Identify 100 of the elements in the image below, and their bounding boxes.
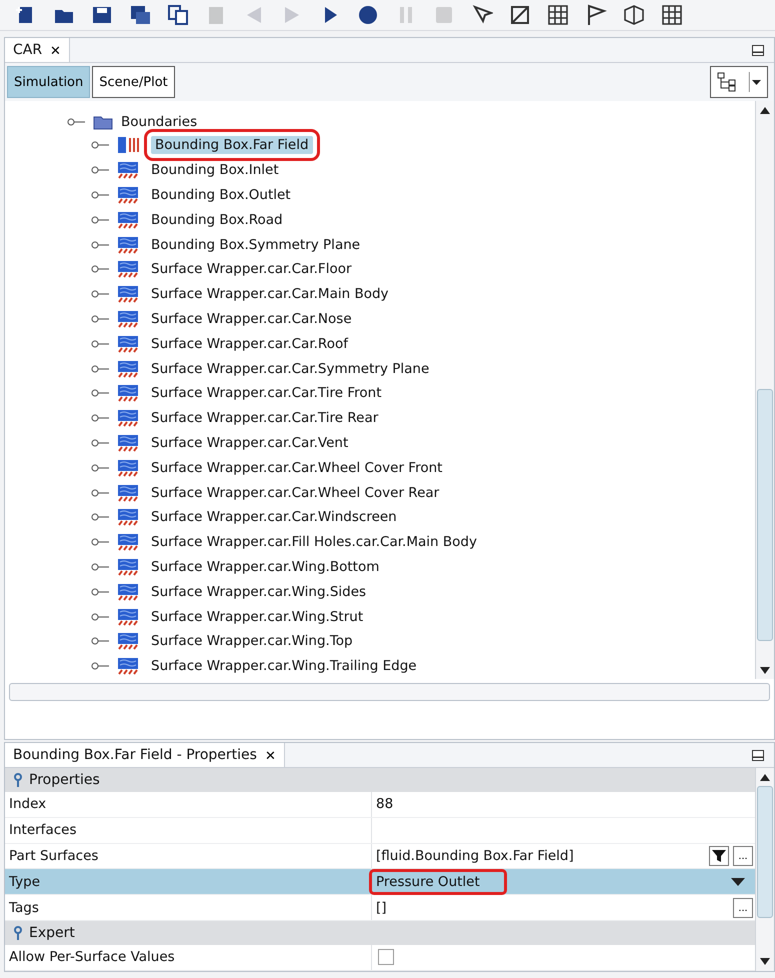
tree-item[interactable]: Surface Wrapper.car.Car.Windscreen — [147, 508, 401, 526]
tree-node-connector-icon — [91, 586, 109, 597]
vertical-scrollbar[interactable] — [755, 101, 774, 679]
toolbar-button[interactable] — [660, 3, 684, 27]
browse-button[interactable]: ... — [733, 846, 753, 866]
tree-item[interactable]: Surface Wrapper.car.Car.Symmetry Plane — [147, 360, 434, 378]
view-tab[interactable]: Scene/Plot — [92, 66, 175, 98]
boundary-wall-icon — [117, 632, 139, 650]
section-header[interactable]: Expert — [5, 920, 755, 945]
tree-structure-icon — [717, 72, 737, 92]
boundary-wall-icon — [117, 285, 139, 304]
tree-item[interactable]: Surface Wrapper.car.Car.Main Body — [147, 285, 393, 304]
caret-icon — [749, 72, 761, 92]
tree-node-connector-icon — [91, 612, 109, 622]
tree-node-connector-icon — [91, 488, 109, 498]
tree-item[interactable]: Surface Wrapper.car.Car.Wheel Cover Rear — [147, 484, 444, 502]
save-icon — [91, 4, 113, 26]
tree-node-connector-icon — [91, 413, 109, 424]
minimize-button[interactable] — [752, 750, 764, 760]
tree-item[interactable]: Surface Wrapper.car.Car.Wheel Cover Front — [147, 458, 446, 477]
property-row[interactable]: Allow Per-Surface Values — [5, 944, 755, 971]
property-name: Part Surfaces — [8, 846, 100, 866]
toolbar-button[interactable] — [356, 3, 380, 27]
tree-item[interactable]: Surface Wrapper.car.Car.Tire Front — [147, 384, 386, 402]
boundary-wall-icon — [117, 161, 139, 180]
dropdown-value[interactable]: Pressure Outlet — [372, 872, 504, 892]
boundary-wall-icon — [117, 533, 139, 552]
tree-item[interactable]: Surface Wrapper.car.Car.Roof — [147, 334, 352, 353]
tree-item[interactable]: Surface Wrapper.car.Car.Nose — [147, 310, 356, 328]
scroll-down-arrow-icon[interactable] — [760, 666, 770, 674]
property-name: Type — [8, 872, 42, 892]
toolbar-button[interactable] — [546, 3, 570, 27]
tree-item[interactable]: Bounding Box.Road — [147, 210, 287, 229]
browse-button[interactable]: ... — [733, 898, 753, 918]
grid-icon — [661, 4, 683, 26]
boundary-wall-icon — [117, 360, 139, 378]
copy-icon — [167, 4, 189, 26]
close-button[interactable]: ✕ — [264, 748, 276, 762]
toolbar-button[interactable] — [622, 3, 646, 27]
boundary-wall-icon — [117, 558, 139, 576]
minimize-button[interactable] — [752, 44, 764, 56]
tree-node-connector-icon — [91, 388, 109, 398]
circle-icon — [357, 4, 379, 26]
dropdown-caret-icon[interactable] — [731, 878, 745, 886]
checkbox[interactable] — [378, 949, 394, 966]
tree-item[interactable]: Surface Wrapper.car.Wing.Strut — [147, 608, 368, 626]
tree-item[interactable]: Surface Wrapper.car.Wing.Trailing Edge — [147, 657, 421, 676]
mesh-icon — [509, 4, 531, 26]
property-row[interactable]: Type Pressure Outlet — [5, 869, 755, 896]
tree-node-connector-icon — [91, 636, 109, 646]
save-all-icon — [129, 4, 151, 26]
tree-item[interactable]: Surface Wrapper.car.Wing.Sides — [147, 582, 370, 601]
toolbar-button[interactable] — [508, 3, 532, 27]
boundary-wall-icon — [117, 310, 139, 328]
view-tab[interactable]: Simulation — [7, 66, 90, 98]
filter-icon[interactable] — [709, 846, 729, 866]
property-row[interactable]: Tags [] ... — [5, 895, 755, 921]
tree-item[interactable]: Surface Wrapper.car.Wing.Bottom — [147, 558, 384, 576]
toolbar-button[interactable] — [166, 3, 190, 27]
tree-view-dropdown[interactable] — [710, 66, 768, 98]
property-row[interactable]: Index 88 — [5, 792, 755, 818]
scroll-up-arrow-icon[interactable] — [760, 774, 770, 780]
tree-item[interactable]: Bounding Box.Inlet — [147, 161, 283, 180]
tree-item[interactable]: Surface Wrapper.car.Wing.Top — [147, 632, 357, 650]
document-tab[interactable]: CAR ✕ — [5, 38, 70, 62]
section-title: Expert — [29, 924, 75, 941]
stop-icon — [433, 4, 455, 26]
property-row[interactable]: Part Surfaces [fluid.Bounding Box.Far Field] ... — [5, 844, 755, 870]
tree-item[interactable]: Bounding Box.Far Field — [151, 136, 313, 154]
boundary-wall-icon — [117, 608, 139, 626]
horizontal-scrollbar[interactable] — [9, 683, 770, 701]
tree-folder-label[interactable]: Boundaries — [121, 114, 198, 130]
tree-item[interactable]: Surface Wrapper.car.Fill Holes.car.Car.Main Body — [147, 533, 481, 552]
toolbar-button[interactable] — [128, 3, 152, 27]
properties-tab[interactable]: Bounding Box.Far Field - Properties ✕ — [5, 743, 285, 767]
scroll-down-arrow-icon[interactable] — [760, 958, 770, 966]
boundary-wall-icon — [117, 434, 139, 452]
close-button[interactable]: ✕ — [50, 42, 62, 58]
boundary-wall-icon — [117, 236, 139, 254]
scroll-up-arrow-icon[interactable] — [760, 106, 770, 114]
boundary-wall-icon — [117, 334, 139, 353]
tree-item[interactable]: Bounding Box.Outlet — [147, 186, 295, 204]
tree-item[interactable]: Surface Wrapper.car.Car.Tire Rear — [147, 409, 382, 428]
property-name: Interfaces — [8, 821, 78, 840]
property-name: Allow Per-Surface Values — [8, 948, 176, 968]
tree-item[interactable]: Surface Wrapper.car.Car.Floor — [147, 260, 356, 278]
property-value: 88 — [375, 795, 394, 814]
tree-item[interactable]: Surface Wrapper.car.Car.Vent — [147, 434, 352, 452]
tree-item[interactable]: Bounding Box.Symmetry Plane — [147, 236, 364, 254]
tree-node-connector-icon — [91, 338, 109, 349]
boundary-wall-icon — [117, 582, 139, 601]
tree-node-connector-icon — [91, 264, 109, 274]
boundary-wall-icon — [117, 458, 139, 477]
tree-node-connector-icon — [91, 214, 109, 225]
section-title: Properties — [29, 772, 100, 788]
section-header[interactable]: Properties — [5, 768, 755, 792]
boundary-wall-icon — [117, 657, 139, 676]
property-row[interactable]: Interfaces — [5, 818, 755, 844]
tree-node-connector-icon — [91, 462, 109, 473]
vertical-scrollbar[interactable] — [755, 768, 774, 971]
